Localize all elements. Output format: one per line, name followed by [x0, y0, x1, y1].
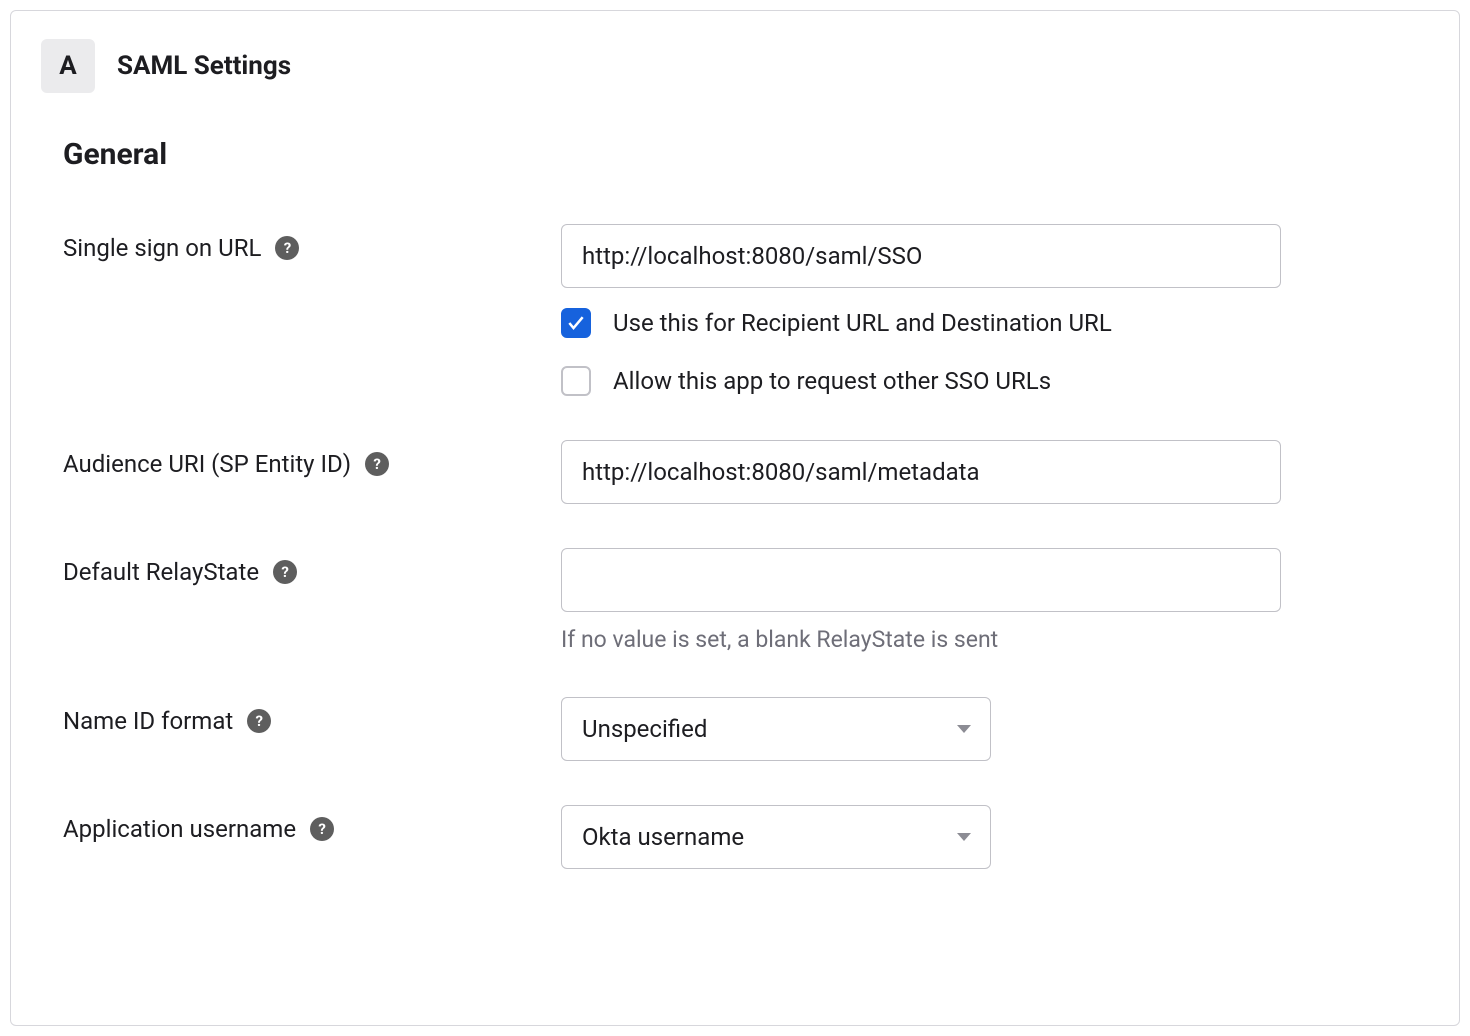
relay-state-input[interactable]: [561, 548, 1281, 612]
relay-state-hint: If no value is set, a blank RelayState i…: [561, 626, 1281, 653]
row-relay-state: Default RelayState ? If no value is set,…: [41, 548, 1429, 653]
label-text: Audience URI (SP Entity ID): [63, 450, 351, 478]
panel-header: A SAML Settings: [41, 39, 1429, 93]
saml-settings-panel: A SAML Settings General Single sign on U…: [10, 10, 1460, 1026]
checkbox-row-allow-other-sso: Allow this app to request other SSO URLs: [561, 366, 1281, 396]
help-icon[interactable]: ?: [275, 236, 299, 260]
help-icon[interactable]: ?: [310, 817, 334, 841]
label-app-username: Application username ?: [63, 805, 561, 843]
field-col: Okta username: [561, 805, 1281, 869]
label-text: Single sign on URL: [63, 234, 261, 262]
checkbox-label: Use this for Recipient URL and Destinati…: [613, 309, 1112, 337]
checkbox-label: Allow this app to request other SSO URLs: [613, 367, 1051, 395]
label-text: Application username: [63, 815, 296, 843]
field-col: Unspecified: [561, 697, 1281, 761]
section-title-general: General: [63, 137, 1429, 172]
label-sso-url: Single sign on URL ?: [63, 224, 561, 262]
label-audience-uri: Audience URI (SP Entity ID) ?: [63, 440, 561, 478]
sso-url-input[interactable]: [561, 224, 1281, 288]
help-icon[interactable]: ?: [247, 709, 271, 733]
label-name-id-format: Name ID format ?: [63, 697, 561, 735]
checkbox-row-recipient-destination: Use this for Recipient URL and Destinati…: [561, 308, 1281, 338]
select-wrap: Okta username: [561, 805, 991, 869]
step-badge: A: [41, 39, 95, 93]
label-relay-state: Default RelayState ?: [63, 548, 561, 586]
panel-title: SAML Settings: [117, 51, 291, 81]
field-col: [561, 440, 1281, 504]
row-name-id-format: Name ID format ? Unspecified: [41, 697, 1429, 761]
select-wrap: Unspecified: [561, 697, 991, 761]
label-text: Name ID format: [63, 707, 233, 735]
name-id-format-select[interactable]: Unspecified: [561, 697, 991, 761]
row-sso-url: Single sign on URL ? Use this for Recipi…: [41, 224, 1429, 396]
help-icon[interactable]: ?: [273, 560, 297, 584]
help-icon[interactable]: ?: [365, 452, 389, 476]
app-username-select[interactable]: Okta username: [561, 805, 991, 869]
row-app-username: Application username ? Okta username: [41, 805, 1429, 869]
field-col: If no value is set, a blank RelayState i…: [561, 548, 1281, 653]
checkbox-use-recipient-destination[interactable]: [561, 308, 591, 338]
checkbox-allow-other-sso[interactable]: [561, 366, 591, 396]
row-audience-uri: Audience URI (SP Entity ID) ?: [41, 440, 1429, 504]
audience-uri-input[interactable]: [561, 440, 1281, 504]
field-col: Use this for Recipient URL and Destinati…: [561, 224, 1281, 396]
label-text: Default RelayState: [63, 558, 259, 586]
